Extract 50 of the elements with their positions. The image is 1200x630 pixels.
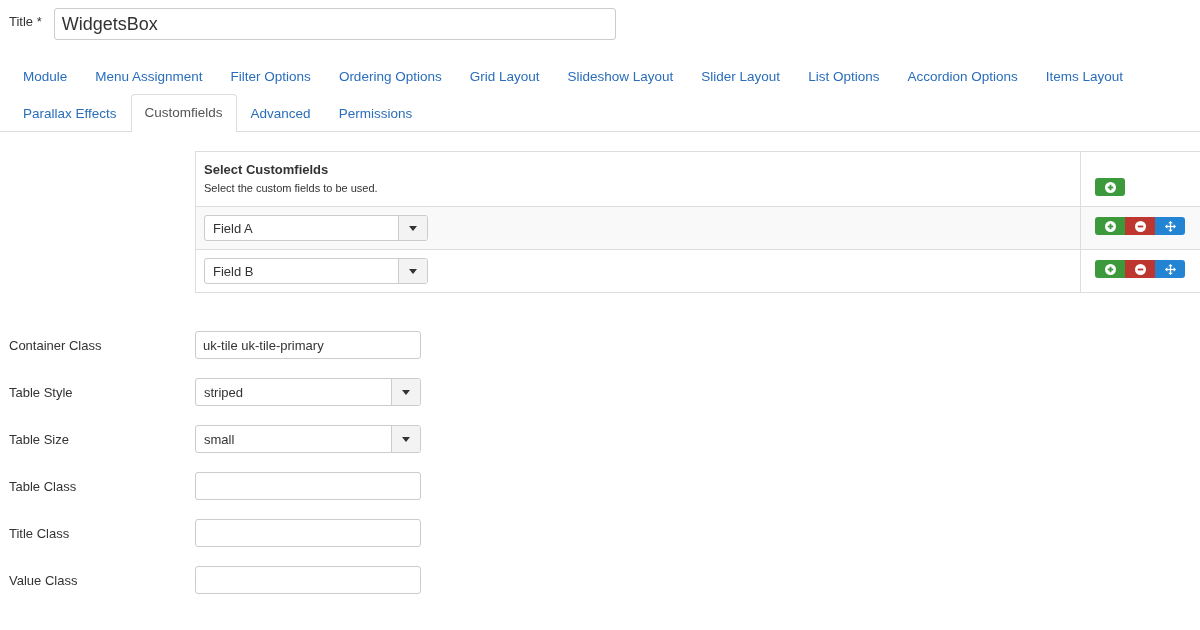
caret-icon — [402, 436, 410, 442]
field-label: Table Style — [9, 384, 74, 400]
move-button[interactable] — [1155, 217, 1185, 235]
field-select[interactable]: Field A — [204, 215, 428, 241]
tab[interactable]: Permissions — [324, 94, 427, 132]
customfields-title: Select Customfields — [204, 162, 330, 177]
add-button[interactable] — [1095, 260, 1125, 278]
tab[interactable]: Items Layout — [1031, 58, 1138, 95]
move-icon — [1164, 263, 1176, 275]
tab[interactable]: Grid Layout — [455, 58, 554, 95]
caret-icon — [409, 268, 417, 274]
tab[interactable]: Menu Assignment — [81, 58, 217, 95]
plus-icon — [1104, 220, 1116, 232]
tab[interactable]: Filter Options — [216, 58, 325, 95]
field-label: Container Class — [9, 337, 103, 353]
move-button[interactable] — [1155, 260, 1185, 278]
text-field[interactable]: uk-tile uk-tile-primary — [195, 331, 421, 359]
title-label: Title * — [9, 13, 42, 29]
select-field[interactable]: striped — [195, 378, 421, 406]
caret-icon — [402, 389, 410, 395]
tab[interactable]: Parallax Effects — [9, 94, 131, 132]
tab[interactable]: Module — [9, 58, 82, 95]
text-field[interactable] — [195, 472, 421, 500]
field-label: Table Class — [9, 478, 78, 494]
remove-button[interactable] — [1125, 260, 1155, 278]
tab[interactable]: Ordering Options — [324, 58, 456, 95]
caret-icon — [409, 225, 417, 231]
add-button[interactable] — [1095, 217, 1125, 235]
minus-icon — [1134, 263, 1146, 275]
minus-icon — [1134, 220, 1146, 232]
tab[interactable]: Accordion Options — [893, 58, 1032, 95]
field-label: Title Class — [9, 525, 71, 541]
tab[interactable]: Advanced — [236, 94, 325, 132]
field-select[interactable]: Field B — [204, 258, 428, 284]
field-label: Value Class — [9, 572, 79, 588]
tab[interactable]: Slider Layout — [687, 58, 795, 95]
select-field[interactable]: small — [195, 425, 421, 453]
tab[interactable]: List Options — [794, 58, 894, 95]
tab[interactable]: Slideshow Layout — [553, 58, 688, 95]
add-button[interactable] — [1095, 178, 1125, 196]
remove-button[interactable] — [1125, 217, 1155, 235]
move-icon — [1164, 220, 1176, 232]
plus-icon — [1104, 181, 1116, 193]
text-field[interactable] — [195, 519, 421, 547]
title-input[interactable]: WidgetsBox — [53, 8, 616, 40]
tab[interactable]: Customfields — [130, 94, 237, 132]
field-label: Table Size — [9, 431, 70, 447]
plus-icon — [1104, 263, 1116, 275]
text-field[interactable] — [195, 566, 421, 594]
customfields-description: Select the custom fields to be used. — [204, 182, 379, 194]
